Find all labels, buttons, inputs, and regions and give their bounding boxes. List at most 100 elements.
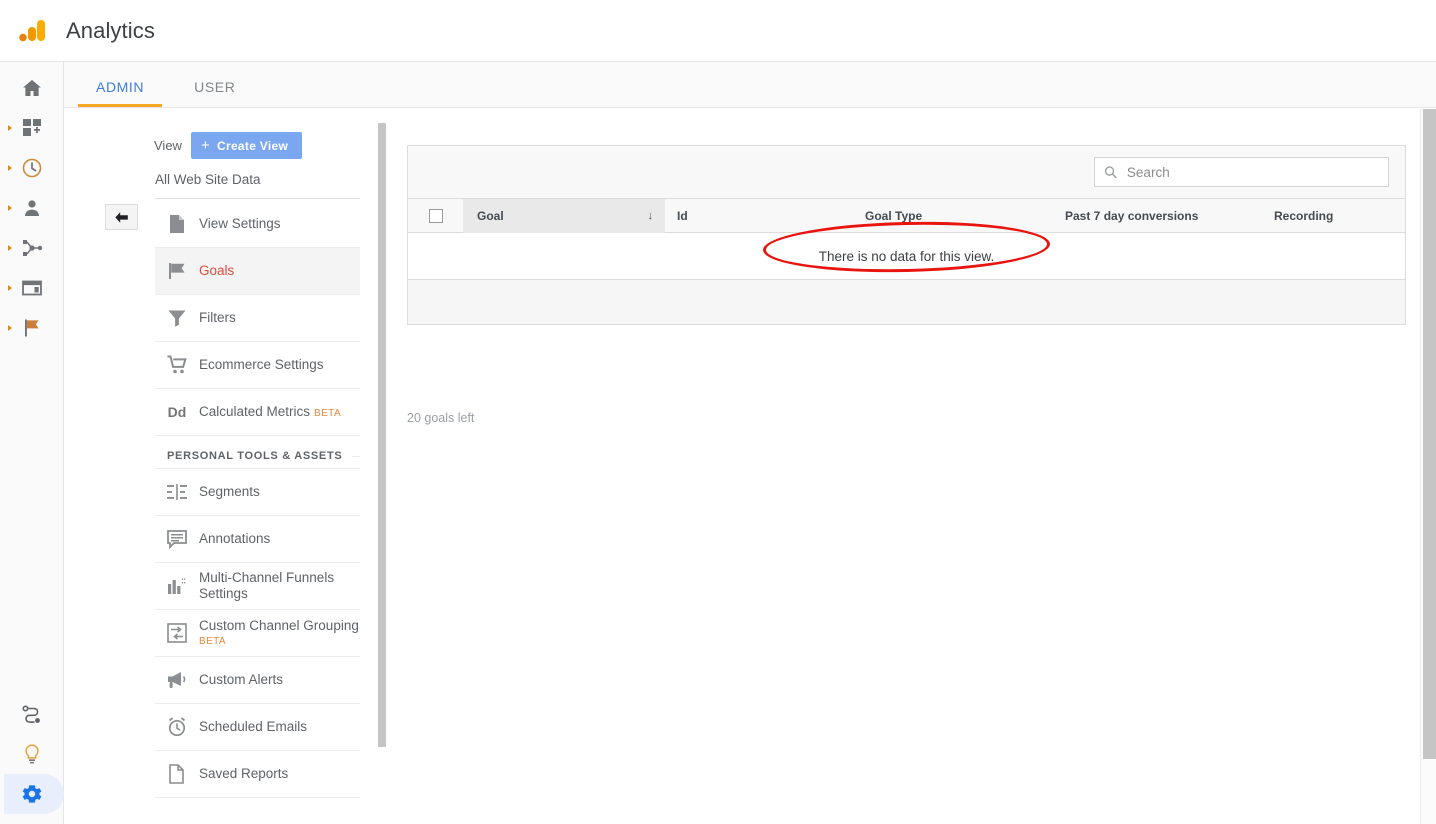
chevron-right-icon (8, 125, 12, 131)
sidebar-item-attribution[interactable] (0, 694, 64, 734)
tab-admin[interactable]: ADMIN (78, 79, 162, 107)
menu-item-filters[interactable]: Filters (155, 295, 360, 342)
segments-icon (155, 483, 199, 501)
menu-item-ecommerce-settings[interactable]: Ecommerce Settings (155, 342, 360, 389)
annotations-icon (155, 530, 199, 549)
top-bar: Analytics (0, 0, 1436, 62)
view-panel-header: View + Create View (154, 109, 387, 159)
menu-item-annotations[interactable]: Annotations (155, 516, 360, 563)
current-view-name[interactable]: All Web Site Data (155, 172, 261, 187)
section-rule (352, 456, 360, 457)
menu-item-custom-channel-grouping[interactable]: Custom Channel Grouping BETA (155, 610, 360, 657)
sidebar-item-acquisition[interactable] (0, 228, 64, 268)
realtime-clock-icon (20, 156, 44, 180)
megaphone-icon (155, 671, 199, 689)
menu-label: View Settings (199, 216, 281, 232)
customization-icon (20, 116, 44, 140)
mcf-bars-icon (155, 577, 199, 595)
column-header-goal[interactable]: Goal ↓ (463, 199, 665, 233)
admin-tabs-bar: ADMIN USER (64, 62, 1436, 108)
home-icon (20, 76, 44, 100)
column-header-id[interactable]: Id (665, 209, 861, 223)
view-name-divider (155, 198, 360, 199)
menu-label: Scheduled Emails (199, 719, 307, 735)
view-settings-menu: View Settings Goals Filters Ecommerce Se… (155, 201, 360, 798)
beta-badge: BETA (199, 636, 359, 648)
acquisition-share-icon (20, 236, 44, 260)
goals-left-note: 20 goals left (407, 411, 474, 425)
sidebar-item-behavior[interactable] (0, 268, 64, 308)
menu-label-text: Calculated Metrics (199, 404, 310, 419)
app-title: Analytics (66, 18, 155, 44)
page-scrollbar-track[interactable] (1420, 109, 1436, 824)
section-title: PERSONAL TOOLS & ASSETS (155, 450, 342, 462)
chevron-right-icon (8, 285, 12, 291)
sidebar-item-admin[interactable] (0, 774, 64, 814)
chevron-right-icon (8, 205, 12, 211)
table-toolbar (408, 146, 1405, 199)
alarm-clock-icon (155, 717, 199, 737)
behavior-window-icon (20, 276, 44, 300)
analytics-logo[interactable] (0, 0, 64, 62)
back-arrow-icon (114, 211, 129, 224)
menu-label: Custom Channel Grouping BETA (199, 618, 359, 647)
menu-item-calculated-metrics[interactable]: Dd Calculated MetricsBETA (155, 389, 360, 436)
menu-item-custom-alerts[interactable]: Custom Alerts (155, 657, 360, 704)
create-view-button[interactable]: + Create View (191, 132, 302, 159)
goals-table-header: Goal ↓ Id Goal Type Past 7 day conversio… (408, 199, 1405, 233)
discover-bulb-icon (20, 742, 44, 766)
sidebar-item-conversions[interactable] (0, 308, 64, 348)
menu-item-scheduled-emails[interactable]: Scheduled Emails (155, 704, 360, 751)
admin-gear-icon (20, 782, 44, 806)
menu-label: Multi-Channel Funnels Settings (199, 570, 360, 601)
collapse-panel-button[interactable] (105, 204, 138, 230)
column-header-goal-type[interactable]: Goal Type (861, 209, 1061, 223)
select-all-checkbox[interactable] (429, 209, 443, 223)
menu-item-view-settings[interactable]: View Settings (155, 201, 360, 248)
column-header-goal-label: Goal (477, 209, 504, 223)
panel-scrollbar-thumb[interactable] (378, 123, 386, 747)
select-all-checkbox-cell[interactable] (408, 209, 463, 223)
menu-label: Filters (199, 310, 236, 326)
menu-label: Calculated MetricsBETA (199, 404, 341, 420)
rail-bottom-group (0, 694, 64, 814)
analytics-logo-icon (16, 15, 48, 47)
channel-grouping-icon (155, 623, 199, 643)
attribution-path-icon (20, 702, 44, 726)
view-column-label: View (154, 138, 182, 153)
sidebar-item-home[interactable] (0, 68, 64, 108)
tab-user[interactable]: USER (176, 79, 253, 107)
saved-reports-icon (155, 764, 199, 784)
chevron-right-icon (8, 245, 12, 251)
menu-label: Goals (199, 263, 234, 279)
menu-item-saved-reports[interactable]: Saved Reports (155, 751, 360, 798)
sort-descending-icon: ↓ (648, 210, 654, 222)
sidebar-item-audience[interactable] (0, 188, 64, 228)
sidebar-item-discover[interactable] (0, 734, 64, 774)
column-header-recording[interactable]: Recording (1271, 209, 1405, 223)
sidebar-item-customization[interactable] (0, 108, 64, 148)
empty-state-row: There is no data for this view. (408, 233, 1405, 280)
goals-table-card: Goal ↓ Id Goal Type Past 7 day conversio… (407, 145, 1406, 325)
funnel-icon (155, 308, 199, 328)
cart-icon (155, 355, 199, 375)
conversions-flag-icon (20, 316, 44, 340)
page-scrollbar-thumb[interactable] (1423, 109, 1436, 759)
create-view-label: Create View (217, 139, 288, 153)
menu-label: Annotations (199, 531, 270, 547)
document-icon (155, 214, 199, 234)
menu-label: Custom Alerts (199, 672, 283, 688)
menu-item-segments[interactable]: Segments (155, 469, 360, 516)
menu-item-multi-channel-funnels[interactable]: Multi-Channel Funnels Settings (155, 563, 360, 610)
search-box[interactable] (1094, 157, 1389, 187)
left-icon-rail (0, 62, 64, 824)
menu-label: Ecommerce Settings (199, 357, 324, 373)
menu-item-goals[interactable]: Goals (155, 248, 360, 295)
menu-label: Saved Reports (199, 766, 288, 782)
chevron-right-icon (8, 325, 12, 331)
column-header-past-7-day-conversions[interactable]: Past 7 day conversions (1061, 209, 1271, 223)
plus-icon: + (201, 138, 210, 153)
search-icon (1104, 165, 1117, 179)
sidebar-item-realtime[interactable] (0, 148, 64, 188)
search-input[interactable] (1125, 164, 1379, 181)
